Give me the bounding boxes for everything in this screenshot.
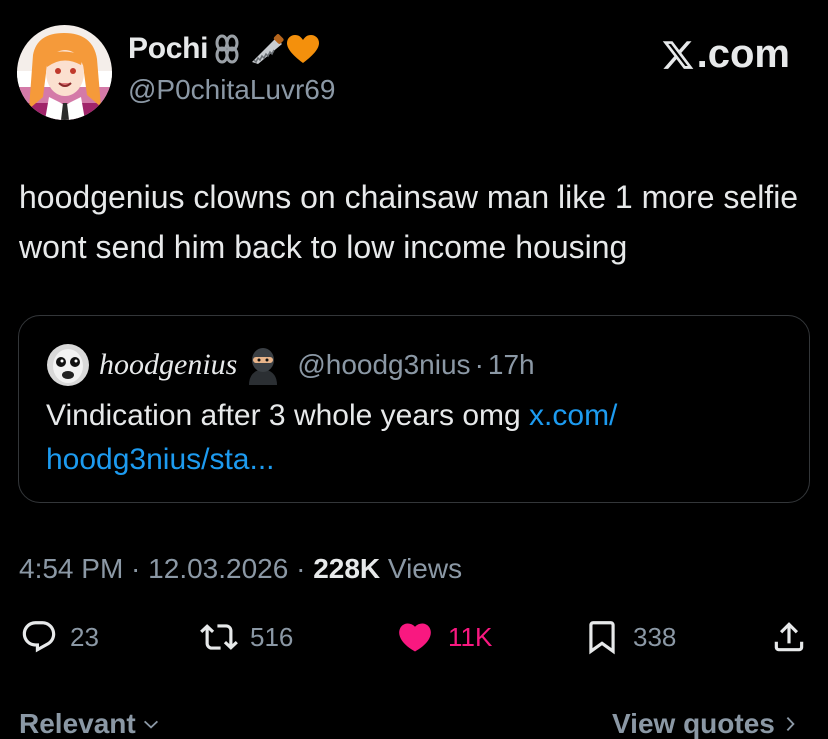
x-logo-domain: .com: [696, 32, 790, 76]
reply-count: 23: [70, 621, 99, 652]
view-quotes-link[interactable]: View quotes: [612, 708, 799, 739]
quoted-author-avatar[interactable]: [47, 344, 89, 386]
x-brand-logo: .com: [661, 32, 790, 77]
reply-button[interactable]: 23: [20, 618, 99, 656]
quoted-tweet-text: Vindication after 3 whole years omg x.co…: [46, 394, 786, 482]
ninja-emoji-icon: [243, 345, 283, 385]
x-logo-icon: [662, 40, 693, 69]
sort-replies-button[interactable]: Relevant: [19, 708, 160, 739]
repost-icon: [200, 624, 238, 650]
views-count: 228K: [313, 553, 381, 584]
quoted-author-handle[interactable]: @hoodg3nius: [297, 349, 470, 381]
views-label: Views: [380, 553, 463, 584]
author-display-name[interactable]: Pochi: [128, 32, 208, 66]
author-avatar[interactable]: [17, 25, 112, 120]
tweet-text: hoodgenius clowns on chainsaw man like 1…: [19, 179, 799, 265]
sort-label: Relevant: [19, 708, 136, 739]
quoted-author-name[interactable]: hoodgenius: [99, 348, 237, 382]
meta-separator: ·: [123, 553, 149, 584]
view-quotes-label: View quotes: [612, 708, 775, 739]
tweet-date[interactable]: 12.03.2026: [148, 553, 288, 584]
bookmark-button[interactable]: 338: [583, 618, 676, 656]
chevron-down-icon: [143, 720, 158, 729]
author-handle[interactable]: @P0chitaLuvr69: [128, 74, 335, 106]
chain-link-emoji-icon: [214, 34, 244, 64]
quoted-tweet-body: Vindication after 3 whole years omg: [46, 399, 530, 432]
like-count: 11K: [448, 621, 493, 652]
quoted-tweet-header: hoodgenius @hoodg3nius · 17h: [47, 344, 535, 386]
author-name-row[interactable]: Pochi: [128, 32, 320, 66]
repost-button[interactable]: 516: [200, 618, 293, 656]
chevron-right-icon: [786, 716, 795, 732]
share-button[interactable]: [770, 618, 808, 656]
bookmark-count: 338: [633, 621, 677, 652]
avatar-image: [17, 25, 112, 120]
quoted-timestamp[interactable]: 17h: [488, 349, 535, 381]
quoted-tweet-card[interactable]: hoodgenius @hoodg3nius · 17h Vindication…: [18, 315, 810, 503]
heart-filled-icon: [399, 623, 431, 652]
tweet-time[interactable]: 4:54 PM: [19, 553, 123, 584]
orange-heart-emoji-icon: [286, 34, 320, 64]
quoted-separator: ·: [474, 349, 484, 380]
like-button[interactable]: 11K: [394, 618, 492, 656]
tweet-action-bar: 23 516 11K 338: [0, 618, 828, 668]
repost-count: 516: [250, 621, 294, 652]
bookmark-icon: [589, 621, 615, 655]
share-icon: [774, 622, 804, 652]
tweet-meta: 4:54 PM · 12.03.2026 · 228K Views: [19, 553, 462, 585]
meta-separator: ·: [288, 553, 314, 584]
saw-emoji-icon: [250, 34, 284, 64]
reply-icon: [22, 621, 56, 653]
